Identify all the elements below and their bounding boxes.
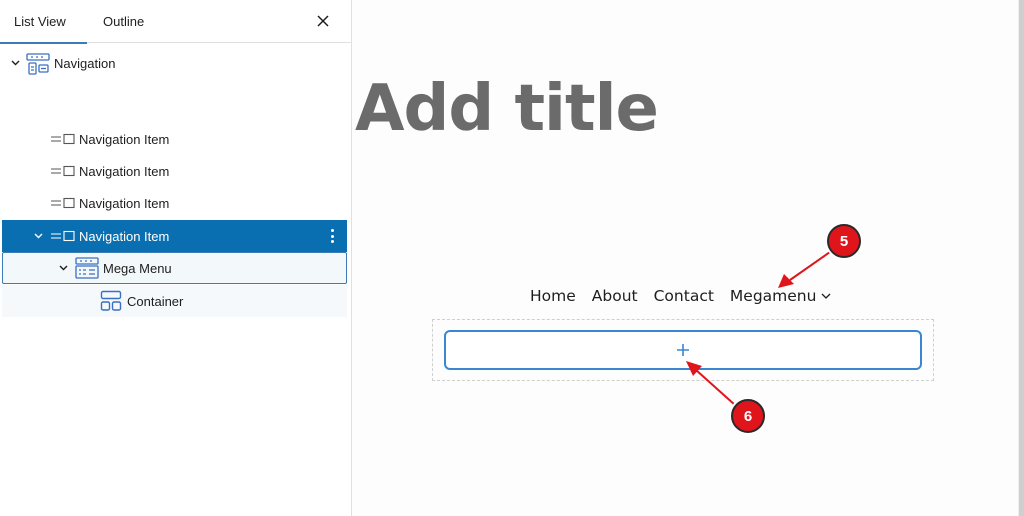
- chevron-down-icon[interactable]: [58, 263, 68, 273]
- chevron-down-icon: [821, 293, 831, 299]
- tree-item-label: Container: [127, 293, 184, 309]
- tree-item-label: Navigation: [54, 55, 116, 71]
- chevron-down-icon[interactable]: [33, 231, 43, 241]
- annotation-badge-5: 5: [827, 224, 861, 258]
- block-appender-button[interactable]: [444, 330, 922, 370]
- tree-item-navigation-item-selected[interactable]: Navigation Item: [2, 220, 347, 252]
- nav-link-contact[interactable]: Contact: [654, 287, 714, 305]
- mega-menu-icon: [75, 257, 99, 282]
- navigation-item-icon: [50, 165, 76, 177]
- sidebar-tabs: List View Outline: [0, 0, 351, 44]
- post-title-placeholder[interactable]: Add title: [355, 72, 659, 146]
- navigation-item-icon: [50, 197, 76, 209]
- tab-list-view[interactable]: List View: [0, 0, 87, 44]
- tree-item-navigation-item[interactable]: Navigation Item: [2, 155, 347, 187]
- navigation-item-icon: [50, 230, 76, 242]
- tree-item-navigation[interactable]: Navigation: [2, 47, 347, 79]
- canvas-scrollbar[interactable]: [1018, 0, 1024, 516]
- close-sidebar-button[interactable]: [313, 11, 333, 31]
- navigation-block-icon: [26, 53, 50, 78]
- navigation-menu: Home About Contact Megamenu: [530, 287, 831, 305]
- more-vertical-icon: [330, 229, 334, 232]
- tree-item-navigation-item[interactable]: Navigation Item: [2, 187, 347, 219]
- navigation-item-icon: [50, 133, 76, 145]
- tree-item-label: Navigation Item: [79, 195, 170, 211]
- tree-item-label: Navigation Item: [79, 131, 170, 147]
- tree-item-mega-menu[interactable]: Mega Menu: [2, 252, 347, 284]
- tree-item-navigation-item[interactable]: Navigation Item: [2, 123, 347, 155]
- nav-link-label: Megamenu: [729, 287, 817, 305]
- nav-link-about[interactable]: About: [592, 287, 638, 305]
- list-view-sidebar: List View Outline Navigation Navigation …: [0, 0, 352, 516]
- annotation-badge-6: 6: [731, 399, 765, 433]
- container-icon: [100, 290, 122, 315]
- tree-item-label: Navigation Item: [79, 228, 170, 244]
- options-menu-button[interactable]: [327, 226, 337, 246]
- chevron-down-icon[interactable]: [10, 58, 20, 68]
- tree-item-label: Mega Menu: [103, 260, 172, 276]
- nav-link-megamenu[interactable]: Megamenu: [730, 287, 832, 305]
- plus-icon: [677, 344, 689, 356]
- editor-canvas: Add title Home About Contact Megamenu: [353, 0, 1018, 516]
- close-icon: [317, 15, 329, 27]
- tree-item-label: Navigation Item: [79, 163, 170, 179]
- nav-link-home[interactable]: Home: [530, 287, 576, 305]
- tab-outline[interactable]: Outline: [87, 0, 158, 43]
- tree-item-container[interactable]: Container: [2, 285, 347, 317]
